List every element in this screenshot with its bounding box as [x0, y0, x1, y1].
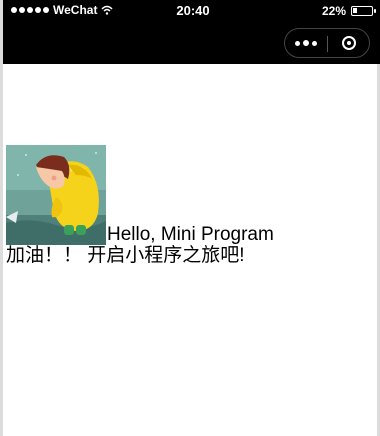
battery-status: 22% — [321, 4, 376, 18]
greeting-text: Hello, Mini Program — [107, 224, 274, 245]
slogan-text: 加油！！ 开启小程序之旅吧! — [6, 245, 245, 266]
close-target-icon — [342, 36, 356, 50]
page-content: Hello, Mini Program 加油！！ 开启小程序之旅吧! — [6, 145, 380, 267]
more-dots-icon — [295, 40, 317, 46]
mini-program-capsule — [284, 28, 370, 58]
close-button[interactable] — [328, 29, 370, 57]
battery-icon — [351, 6, 376, 16]
girl-in-yellow-raincoat-image — [6, 145, 106, 245]
greeting-row: Hello, Mini Program — [6, 145, 380, 245]
status-bar: WeChat 20:40 22% — [3, 0, 380, 22]
battery-level-fill — [353, 8, 357, 13]
navigation-bar: WeChat 20:40 22% — [3, 0, 380, 64]
battery-percent: 22% — [321, 4, 346, 18]
more-button[interactable] — [285, 29, 327, 57]
phone-screen: WeChat 20:40 22% Hello, Mini Program 加油！… — [0, 0, 380, 436]
